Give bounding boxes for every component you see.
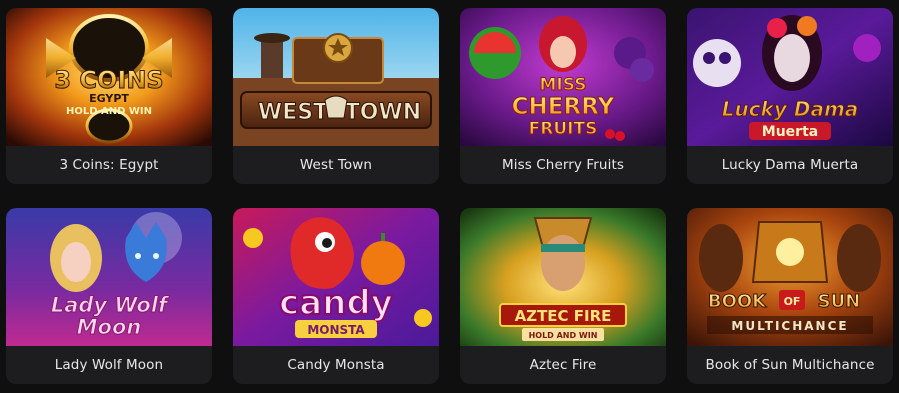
logo-line-1: 3 COINS: [54, 66, 163, 94]
logo-line-2: HOLD AND WIN: [529, 331, 598, 340]
game-title[interactable]: Candy Monsta: [233, 346, 439, 384]
candy-monsta-artwork: candy MONSTA: [233, 208, 439, 346]
game-thumbnail[interactable]: MISS CHERRY FRUITS: [460, 8, 666, 146]
game-card-3-coins-egypt[interactable]: 3 COINS EGYPT HOLD AND WIN 3 Coins: Egyp…: [6, 8, 212, 184]
game-card-lady-wolf-moon[interactable]: Lady Wolf Moon Lady Wolf Moon: [6, 208, 212, 384]
logo-line-3: HOLD AND WIN: [66, 106, 152, 117]
game-title[interactable]: 3 Coins: Egypt: [6, 146, 212, 184]
lady-wolf-moon-artwork: Lady Wolf Moon: [6, 208, 212, 346]
games-grid: 3 COINS EGYPT HOLD AND WIN 3 Coins: Egyp…: [6, 8, 894, 388]
logo-line-3: SUN: [818, 291, 861, 312]
game-title[interactable]: Lucky Dama Muerta: [687, 146, 893, 184]
logo-line-1: AZTEC FIRE: [515, 307, 612, 325]
game-card-miss-cherry-fruits[interactable]: MISS CHERRY FRUITS Miss Cherry Fruits: [460, 8, 666, 184]
game-title[interactable]: West Town: [233, 146, 439, 184]
logo-line-2: OF: [784, 295, 801, 308]
game-title[interactable]: Lady Wolf Moon: [6, 346, 212, 384]
game-card-lucky-dama-muerta[interactable]: Lucky Dama Muerta Lucky Dama Muerta: [687, 8, 893, 184]
logo-line-1: WEST: [258, 100, 328, 125]
logo-line-2: Moon: [77, 315, 142, 339]
game-title[interactable]: Aztec Fire: [460, 346, 666, 384]
aztec-fire-artwork: AZTEC FIRE HOLD AND WIN: [460, 208, 666, 346]
game-thumbnail[interactable]: Lucky Dama Muerta: [687, 8, 893, 146]
game-thumbnail[interactable]: WEST TOWN: [233, 8, 439, 146]
game-card-candy-monsta[interactable]: candy MONSTA Candy Monsta: [233, 208, 439, 384]
logo-line-1: candy: [279, 283, 393, 323]
game-thumbnail[interactable]: AZTEC FIRE HOLD AND WIN: [460, 208, 666, 346]
game-card-west-town[interactable]: WEST TOWN West Town: [233, 8, 439, 184]
logo-line-2: EGYPT: [89, 92, 129, 105]
logo-line-2: Muerta: [762, 124, 818, 140]
book-of-sun-multichance-artwork: BOOK OF SUN MULTICHANCE: [687, 208, 893, 346]
logo-line-1: BOOK: [708, 291, 767, 312]
3-coins-egypt-artwork: 3 COINS EGYPT HOLD AND WIN: [6, 8, 212, 146]
game-thumbnail[interactable]: candy MONSTA: [233, 208, 439, 346]
logo-line-1: Lucky Dama: [722, 97, 859, 121]
game-thumbnail[interactable]: BOOK OF SUN MULTICHANCE: [687, 208, 893, 346]
logo-line-2: TOWN: [345, 100, 421, 125]
logo-line-2: MONSTA: [307, 323, 365, 337]
logo-line-3: FRUITS: [529, 119, 598, 139]
logo-line-1: Lady Wolf: [51, 293, 170, 317]
logo-line-4: MULTICHANCE: [731, 319, 848, 333]
game-title[interactable]: Miss Cherry Fruits: [460, 146, 666, 184]
miss-cherry-fruits-artwork: MISS CHERRY FRUITS: [460, 8, 666, 146]
lucky-dama-muerta-artwork: Lucky Dama Muerta: [687, 8, 893, 146]
logo-line-2: CHERRY: [512, 94, 615, 120]
game-title[interactable]: Book of Sun Multichance: [687, 346, 893, 384]
game-card-aztec-fire[interactable]: AZTEC FIRE HOLD AND WIN Aztec Fire: [460, 208, 666, 384]
game-thumbnail[interactable]: Lady Wolf Moon: [6, 208, 212, 346]
game-card-book-of-sun-multichance[interactable]: BOOK OF SUN MULTICHANCE Book of Sun Mult…: [687, 208, 893, 384]
game-thumbnail[interactable]: 3 COINS EGYPT HOLD AND WIN: [6, 8, 212, 146]
logo-line-1: MISS: [540, 75, 587, 95]
west-town-artwork: WEST TOWN: [233, 8, 439, 146]
